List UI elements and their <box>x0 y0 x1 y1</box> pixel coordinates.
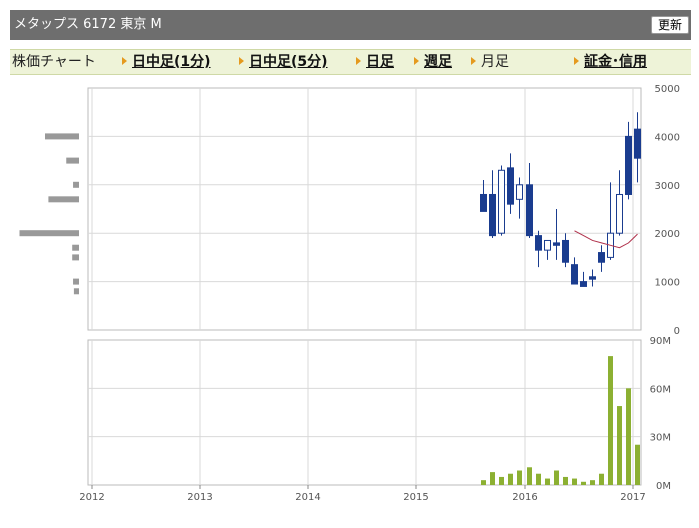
volume-y-tick-label: 0M <box>656 481 671 492</box>
volume-profile-bar <box>73 181 79 188</box>
price-y-tick-label: 4000 <box>655 132 680 143</box>
candle-down <box>562 239 569 263</box>
volume-panel-frame <box>87 339 642 486</box>
volume-bar <box>608 356 613 485</box>
candle-down <box>589 276 596 280</box>
volume-profile-bar <box>19 230 79 237</box>
volume-y-tick-label: 90M <box>650 336 671 347</box>
x-tick-label: 2015 <box>403 492 428 503</box>
volume-profile-bar <box>66 157 79 164</box>
volume-bar <box>545 478 550 485</box>
price-y-tick-label: 5000 <box>655 84 680 95</box>
x-tick-label: 2012 <box>79 492 104 503</box>
volume-bar <box>554 470 559 485</box>
price-y-tick-label: 3000 <box>655 181 680 192</box>
candle-down <box>571 264 578 285</box>
stock-chart: 2012 2013 2014 2015 2016 2017 0 1000 2000 3000 400… <box>19 84 680 503</box>
candle-down <box>535 235 542 251</box>
volume-profile-bar <box>72 244 79 251</box>
volume-bar <box>536 473 541 485</box>
x-tick-label: 2013 <box>187 492 212 503</box>
candle-down <box>634 128 641 159</box>
volume-profile-bar <box>72 254 79 261</box>
volume-bar <box>635 444 640 485</box>
volume-bar <box>490 472 495 485</box>
volume-bar <box>590 480 595 485</box>
price-y-tick-label: 0 <box>674 326 680 337</box>
price-y-tick-label: 2000 <box>655 229 680 240</box>
volume-bar <box>581 481 586 485</box>
volume-bar <box>599 473 604 485</box>
volume-bar <box>617 406 622 485</box>
candle-down <box>625 135 632 195</box>
volume-bar <box>481 480 486 485</box>
volume-y-tick-label: 60M <box>650 384 671 395</box>
volume-bar <box>508 473 513 485</box>
candle-down <box>598 252 605 263</box>
volume-bar <box>563 476 568 485</box>
candle-down <box>489 193 496 237</box>
price-panel-frame <box>87 87 642 331</box>
candle-up <box>616 193 623 234</box>
volume-y-tick-label: 30M <box>650 433 671 444</box>
x-tick-label: 2016 <box>512 492 537 503</box>
candle-down <box>507 167 514 205</box>
volume-bar <box>517 470 522 485</box>
candle-down <box>580 281 587 287</box>
candle-down <box>553 242 560 246</box>
x-tick-label: 2014 <box>295 492 320 503</box>
volume-profile-bar <box>73 278 79 285</box>
candle-up <box>516 184 523 200</box>
volume-profile-bar <box>48 196 79 203</box>
volume-bar <box>527 467 532 485</box>
volume-bar <box>499 476 504 485</box>
volume-profile-bar <box>45 133 79 140</box>
volume-bar <box>572 478 577 485</box>
candle-up <box>544 239 551 251</box>
candle-down <box>526 184 533 237</box>
volume-bar <box>626 388 631 485</box>
x-tick-label: 2017 <box>620 492 645 503</box>
volume-profile-bar <box>73 288 79 295</box>
price-y-tick-label: 1000 <box>655 278 680 289</box>
candle-up <box>498 169 505 234</box>
candle-down <box>480 193 487 212</box>
